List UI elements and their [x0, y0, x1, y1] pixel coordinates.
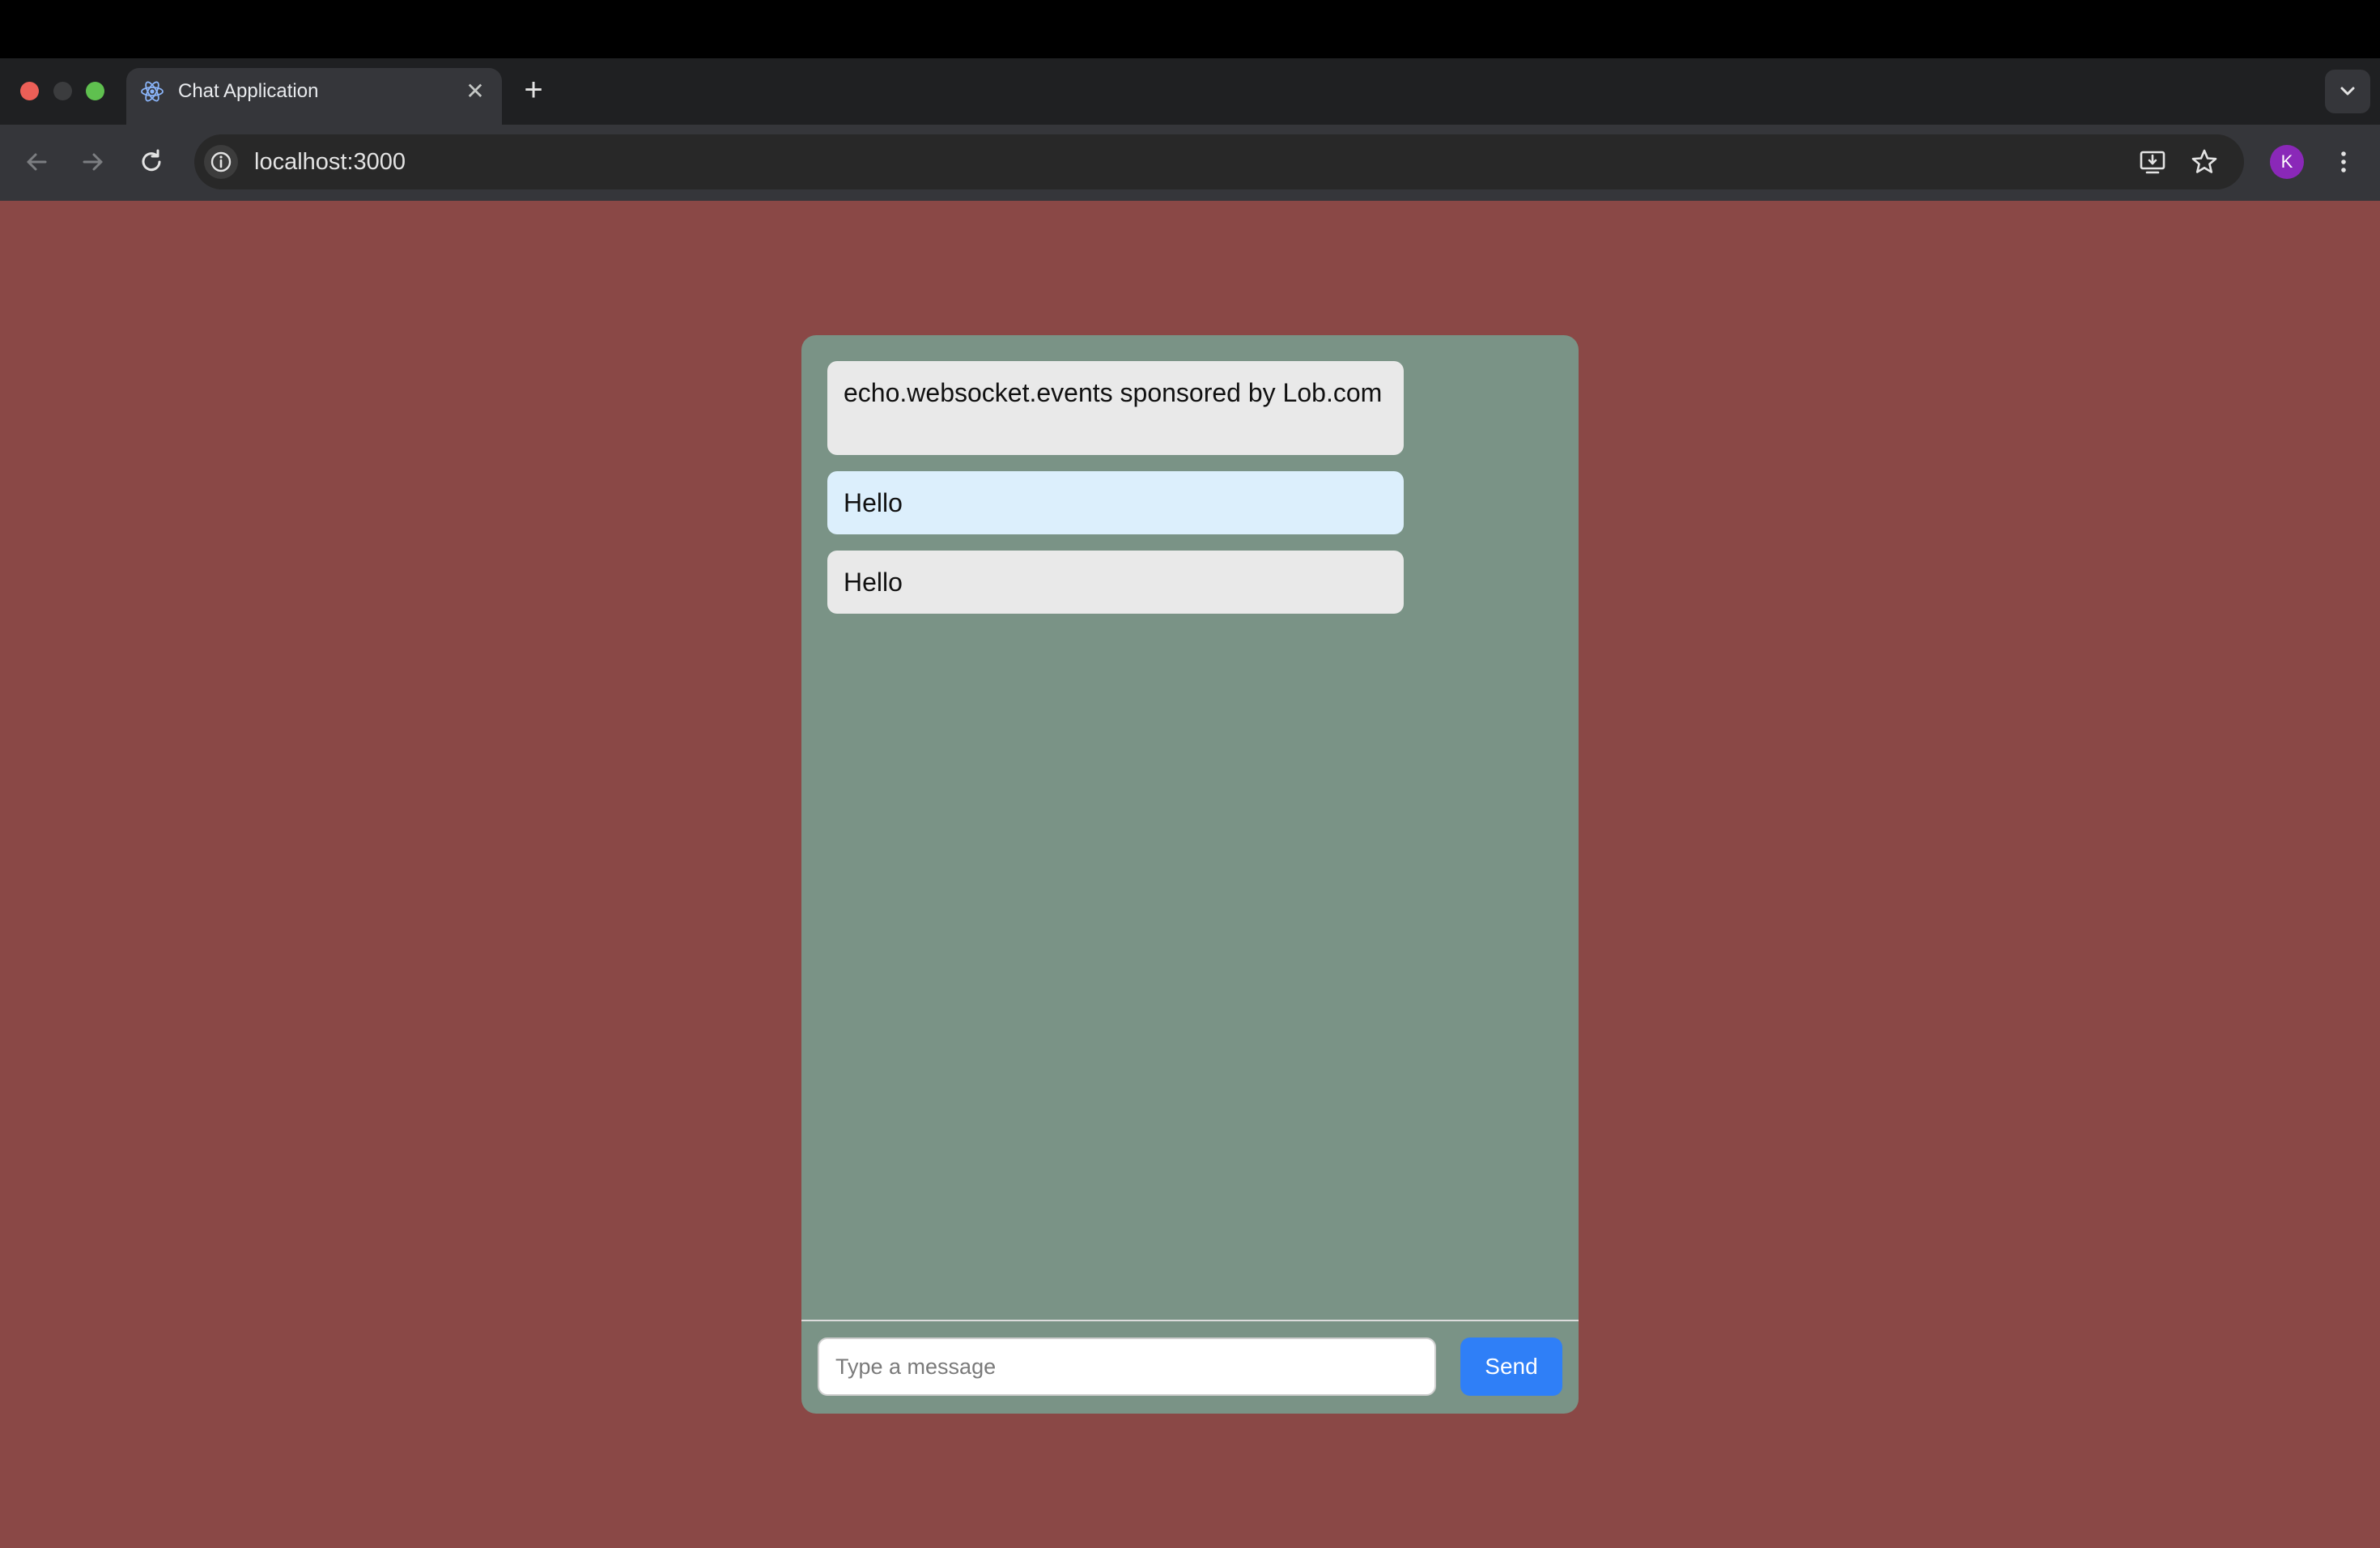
window-zoom-button[interactable] — [86, 82, 104, 100]
message-bubble-received: Hello — [827, 551, 1404, 614]
tab-close-icon[interactable]: ✕ — [463, 79, 487, 104]
message-list[interactable]: echo.websocket.events sponsored by Lob.c… — [801, 335, 1579, 1320]
kebab-menu-icon[interactable] — [2328, 147, 2359, 177]
site-info-button[interactable] — [204, 145, 238, 179]
composer-divider — [801, 1320, 1579, 1321]
new-tab-icon[interactable]: + — [520, 74, 547, 106]
tab-search-button[interactable] — [2325, 70, 2370, 113]
system-menu-bar — [0, 0, 2380, 58]
reload-icon[interactable] — [136, 147, 167, 177]
bookmark-star-icon[interactable] — [2189, 147, 2220, 177]
profile-avatar[interactable]: K — [2270, 145, 2304, 179]
chevron-down-icon — [2340, 87, 2355, 96]
forward-arrow-icon[interactable] — [78, 147, 108, 177]
send-button[interactable]: Send — [1460, 1337, 1562, 1396]
window-close-button[interactable] — [20, 82, 39, 100]
install-app-icon[interactable] — [2137, 147, 2168, 177]
react-atom-icon — [141, 81, 164, 102]
back-arrow-icon[interactable] — [21, 147, 52, 177]
message-bubble-sent: Hello — [827, 471, 1404, 534]
info-icon — [210, 151, 232, 172]
address-bar[interactable] — [194, 134, 2244, 189]
chat-window: echo.websocket.events sponsored by Lob.c… — [801, 335, 1579, 1414]
message-input[interactable] — [818, 1337, 1436, 1396]
message-bubble-received: echo.websocket.events sponsored by Lob.c… — [827, 361, 1404, 455]
address-url[interactable]: localhost:3000 — [254, 147, 406, 176]
tab-title: Chat Application — [178, 80, 319, 102]
window-minimize-button[interactable] — [53, 82, 72, 100]
